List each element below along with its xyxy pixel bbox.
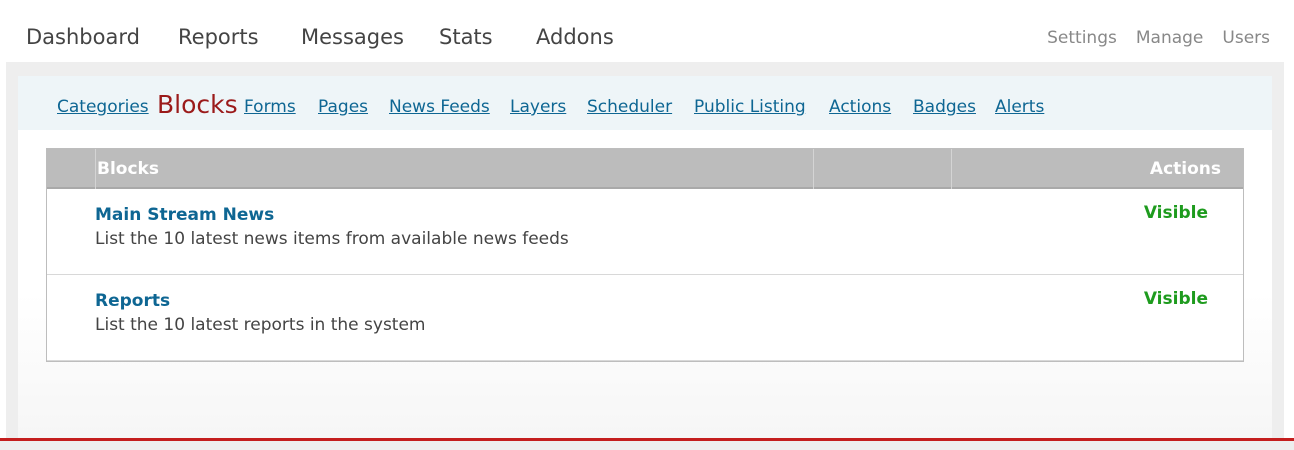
tab-public-listing[interactable]: Public Listing <box>694 97 806 117</box>
top-navigation: Dashboard Reports Messages Stats Addons … <box>0 0 1294 64</box>
header-divider <box>951 149 952 189</box>
tab-pages[interactable]: Pages <box>318 97 368 117</box>
nav-reports[interactable]: Reports <box>178 25 259 49</box>
table-header: Blocks Actions <box>47 149 1243 189</box>
nav-users[interactable]: Users <box>1222 28 1270 48</box>
tab-layers[interactable]: Layers <box>510 97 566 117</box>
tab-forms[interactable]: Forms <box>244 97 296 117</box>
nav-dashboard[interactable]: Dashboard <box>26 25 140 49</box>
content-frame: Categories Blocks Forms Pages News Feeds… <box>6 62 1284 438</box>
table-row: Main Stream News List the 10 latest news… <box>47 189 1243 275</box>
nav-messages[interactable]: Messages <box>301 25 404 49</box>
block-title-link[interactable]: Main Stream News <box>95 205 274 225</box>
header-actions: Actions <box>1149 159 1221 179</box>
tab-scheduler[interactable]: Scheduler <box>587 97 672 117</box>
visibility-toggle[interactable]: Visible <box>1144 203 1208 223</box>
footer-strip <box>0 441 1294 450</box>
block-description: List the 10 latest reports in the system <box>95 315 426 335</box>
header-blocks: Blocks <box>97 159 159 179</box>
tab-categories[interactable]: Categories <box>57 97 149 117</box>
block-title-link[interactable]: Reports <box>95 291 170 311</box>
table-row: Reports List the 10 latest reports in th… <box>47 275 1243 361</box>
nav-addons[interactable]: Addons <box>536 25 614 49</box>
tab-bar: Categories Blocks Forms Pages News Feeds… <box>18 76 1272 130</box>
tab-news-feeds[interactable]: News Feeds <box>389 97 490 117</box>
tab-alerts[interactable]: Alerts <box>995 97 1044 117</box>
nav-manage[interactable]: Manage <box>1136 28 1204 48</box>
header-divider <box>813 149 814 189</box>
tab-actions[interactable]: Actions <box>829 97 891 117</box>
tab-badges[interactable]: Badges <box>913 97 976 117</box>
block-description: List the 10 latest news items from avail… <box>95 229 569 249</box>
content-panel: Categories Blocks Forms Pages News Feeds… <box>18 76 1272 438</box>
nav-stats[interactable]: Stats <box>439 25 493 49</box>
header-divider <box>95 149 96 189</box>
nav-settings[interactable]: Settings <box>1047 28 1117 48</box>
blocks-table: Blocks Actions Main Stream News List the… <box>46 148 1244 362</box>
secondary-nav: Settings Manage Users <box>1028 28 1270 48</box>
tab-blocks[interactable]: Blocks <box>157 90 238 119</box>
visibility-toggle[interactable]: Visible <box>1144 289 1208 309</box>
